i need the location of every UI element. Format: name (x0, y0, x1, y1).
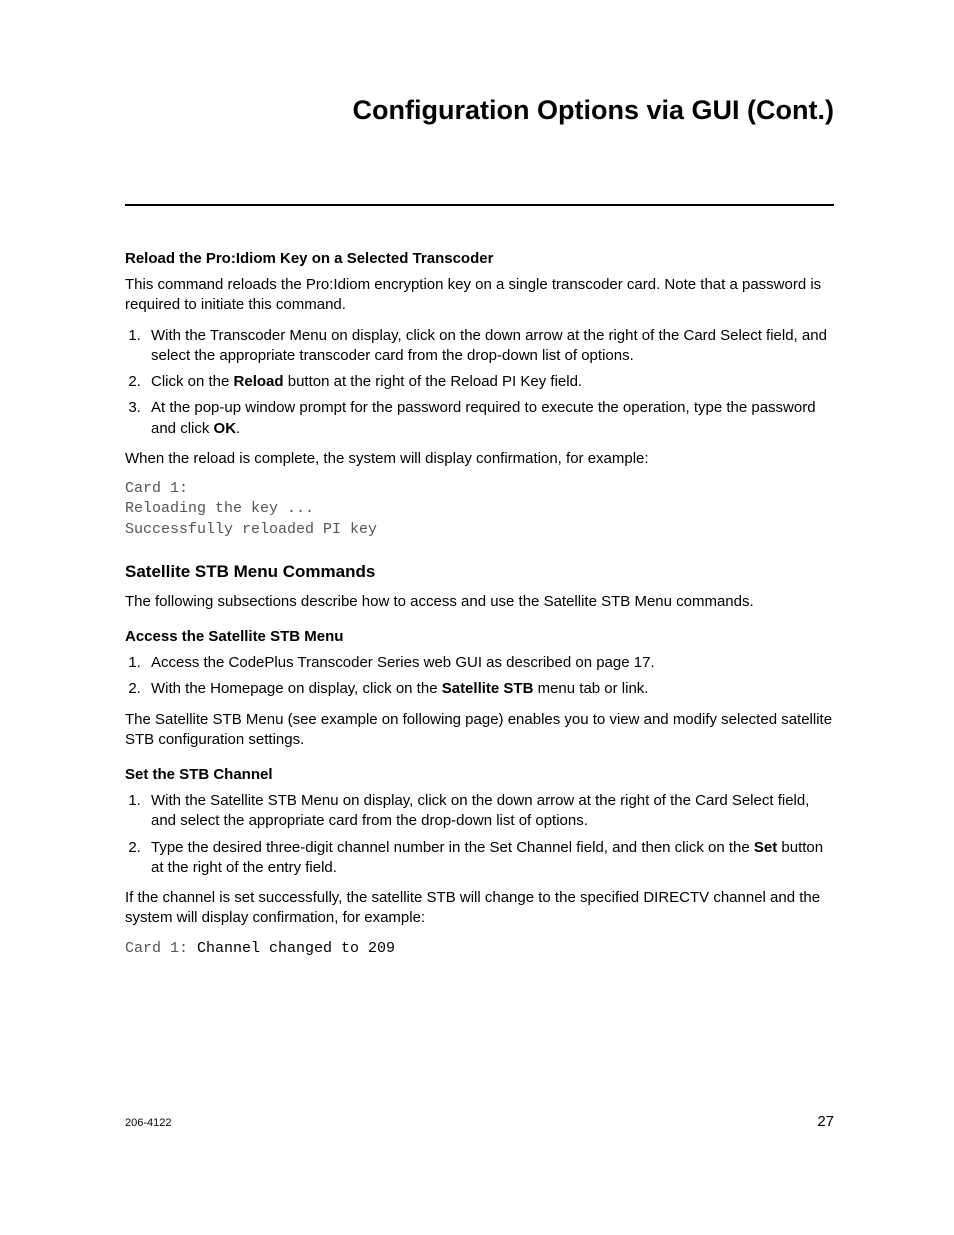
code-block-reload: Card 1: Reloading the key ... Successful… (125, 479, 834, 540)
list-item: With the Transcoder Menu on display, cli… (145, 326, 834, 367)
paragraph: When the reload is complete, the system … (125, 449, 834, 469)
paragraph: The Satellite STB Menu (see example on f… (125, 710, 834, 751)
text: menu tab or link. (533, 680, 648, 697)
document-page: Configuration Options via GUI (Cont.) Re… (0, 0, 954, 1235)
text: button at the right of the Reload PI Key… (284, 373, 583, 390)
list-item: With the Satellite STB Menu on display, … (145, 791, 834, 832)
section-heading-stb-commands: Satellite STB Menu Commands (125, 562, 834, 582)
page-footer: 206-4122 27 (125, 1113, 834, 1130)
text: Card 1: (125, 940, 188, 957)
list-item: Click on the Reload button at the right … (145, 372, 834, 392)
text: Channel changed to 209 (188, 940, 395, 957)
text: With the Homepage on display, click on t… (151, 680, 442, 697)
paragraph: This command reloads the Pro:Idiom encry… (125, 275, 834, 316)
text: At the pop-up window prompt for the pass… (151, 399, 816, 436)
list-item: With the Homepage on display, click on t… (145, 679, 834, 699)
code-block-channel: Card 1: Channel changed to 209 (125, 939, 834, 959)
bold-text: OK (214, 420, 237, 437)
text: Type the desired three-digit channel num… (151, 839, 754, 856)
section-heading-access-stb: Access the Satellite STB Menu (125, 628, 834, 645)
ordered-list-set-channel: With the Satellite STB Menu on display, … (125, 791, 834, 878)
list-item: Access the CodePlus Transcoder Series we… (145, 653, 834, 673)
page-number: 27 (817, 1113, 834, 1130)
document-number: 206-4122 (125, 1117, 172, 1129)
page-title: Configuration Options via GUI (Cont.) (125, 95, 834, 126)
bold-text: Set (754, 839, 777, 856)
paragraph: The following subsections describe how t… (125, 592, 834, 612)
ordered-list-reload: With the Transcoder Menu on display, cli… (125, 326, 834, 439)
section-heading-reload: Reload the Pro:Idiom Key on a Selected T… (125, 250, 834, 267)
text: . (236, 420, 240, 437)
list-item: Type the desired three-digit channel num… (145, 838, 834, 879)
bold-text: Satellite STB (442, 680, 534, 697)
paragraph: If the channel is set successfully, the … (125, 888, 834, 929)
ordered-list-access: Access the CodePlus Transcoder Series we… (125, 653, 834, 700)
list-item: At the pop-up window prompt for the pass… (145, 398, 834, 439)
title-divider (125, 204, 834, 206)
text: Click on the (151, 373, 234, 390)
section-heading-set-channel: Set the STB Channel (125, 766, 834, 783)
bold-text: Reload (234, 373, 284, 390)
